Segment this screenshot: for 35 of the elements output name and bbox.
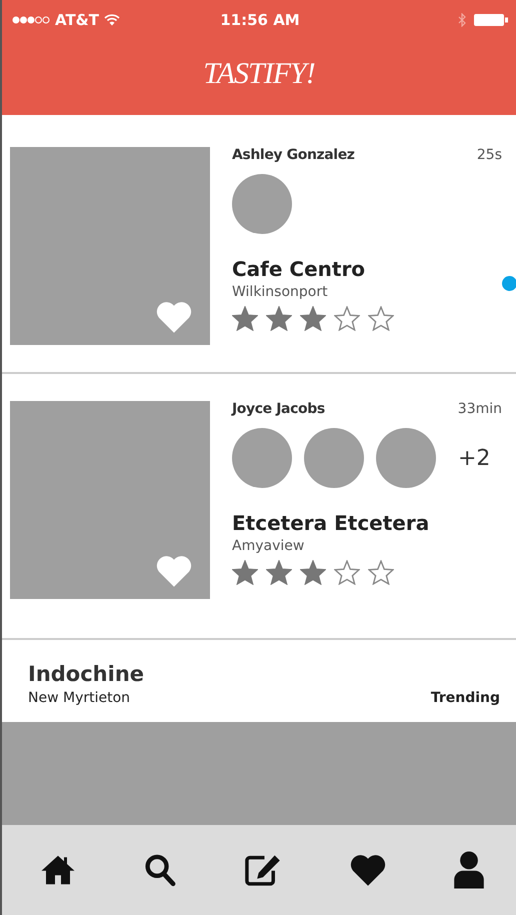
edit-icon[interactable]: [244, 853, 282, 887]
filled-star-icon: [232, 306, 258, 331]
trending-label: Trending: [430, 690, 500, 706]
filled-star-icon: [300, 306, 326, 331]
search-icon[interactable]: [144, 853, 176, 887]
restaurant-name[interactable]: Indochine: [28, 662, 144, 686]
status-time: 11:56 AM: [220, 11, 300, 29]
filled-star-icon: [266, 306, 292, 331]
more-count: +2: [458, 446, 490, 470]
bluetooth-icon: [458, 13, 466, 27]
empty-star-icon: [334, 560, 360, 585]
carrier-name: AT&T: [55, 11, 99, 29]
signal-icon: [12, 16, 50, 24]
post-time: 33min: [458, 401, 502, 417]
filled-star-icon: [266, 560, 292, 585]
filled-star-icon: [232, 560, 258, 585]
empty-star-icon: [368, 560, 394, 585]
post-time: 25s: [476, 147, 502, 163]
user-name[interactable]: Ashley Gonzalez: [232, 147, 355, 163]
profile-icon[interactable]: [454, 850, 484, 890]
restaurant-name[interactable]: Etcetera Etcetera: [232, 511, 502, 535]
home-icon[interactable]: [40, 854, 76, 886]
restaurant-location: Amyaview: [232, 538, 306, 554]
restaurant-location: Wilkinsonport: [232, 284, 329, 300]
restaurant-name[interactable]: Cafe Centro: [232, 257, 502, 281]
battery-icon: [474, 13, 508, 27]
restaurant-location: New Myrtieton: [28, 690, 130, 706]
empty-star-icon: [368, 306, 394, 331]
empty-star-icon: [334, 306, 360, 331]
user-name[interactable]: Joyce Jacobs: [232, 401, 325, 417]
indicator-dot: [502, 276, 516, 291]
app-logo: TASTIFY!: [203, 56, 315, 90]
filled-star-icon: [300, 560, 326, 585]
wifi-icon: [104, 14, 120, 26]
heart-icon[interactable]: [350, 854, 386, 886]
